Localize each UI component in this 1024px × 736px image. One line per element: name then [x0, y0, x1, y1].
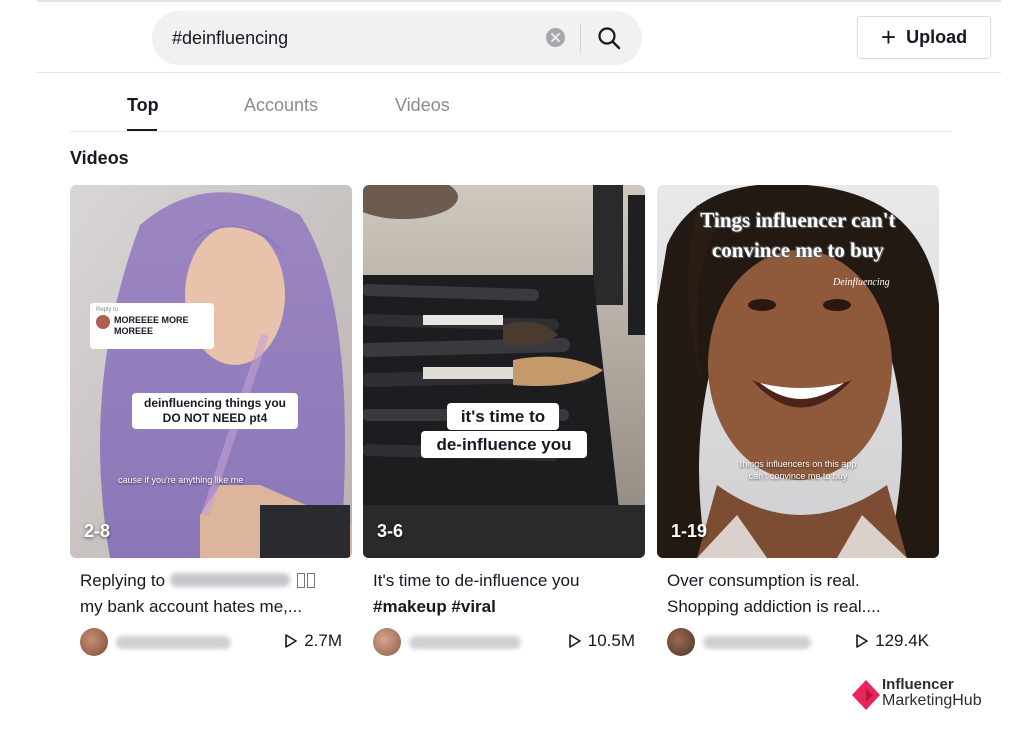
tab-top[interactable]: Top	[127, 95, 159, 116]
avatar	[96, 314, 110, 329]
video-overlay-tag: Deinfluencing	[833, 277, 890, 288]
tab-videos[interactable]: Videos	[395, 95, 450, 116]
video-thumbnail[interactable]: it's time to de-influence you 3-6	[363, 185, 645, 558]
blurred-username[interactable]	[409, 636, 521, 649]
search-button[interactable]	[592, 23, 626, 53]
view-count: 2.7M	[284, 631, 342, 651]
upload-label: Upload	[906, 27, 968, 47]
plus-icon: +	[880, 21, 897, 52]
search-input[interactable]	[172, 27, 542, 49]
section-title: Videos	[70, 148, 129, 168]
brand-logo-icon	[852, 680, 880, 710]
search-separator	[580, 24, 581, 52]
thumbnail-image	[363, 185, 645, 558]
search-bar[interactable]	[152, 11, 642, 65]
video-card[interactable]: Tings influencer can't convince me to bu…	[657, 185, 939, 658]
header-divider	[37, 72, 1001, 73]
video-meta: 10.5M	[363, 628, 645, 658]
blurred-username	[169, 573, 290, 587]
video-overlay-caption: deinfluencing things you DO NOT NEED pt4	[132, 393, 298, 429]
video-card[interactable]: it's time to de-influence you 3-6 It's t…	[363, 185, 645, 658]
thumbnail-image	[70, 185, 352, 558]
video-overlay-caption-line-1: it's time to	[447, 403, 559, 431]
video-description[interactable]: Over consumption is real. Shopping addic…	[657, 568, 939, 620]
video-overlay-title: Tings influencer can't convince me to bu…	[700, 208, 896, 262]
video-thumbnail[interactable]: Reply to MOREEEE MORE MOREEE deinfluenci…	[70, 185, 352, 558]
video-duration: 3-6	[377, 521, 404, 541]
play-icon	[285, 634, 298, 648]
clear-search-button[interactable]	[546, 28, 565, 47]
tab-accounts[interactable]: Accounts	[244, 95, 318, 116]
top-divider	[37, 0, 1001, 2]
search-icon	[598, 27, 621, 50]
search-tabs: Top Accounts Videos	[70, 90, 952, 132]
video-duration: 2-8	[84, 521, 111, 541]
video-thumbnail[interactable]: Tings influencer can't convince me to bu…	[657, 185, 939, 558]
view-count: 10.5M	[568, 631, 635, 651]
brand-name-line-2: MarketingHub	[882, 692, 982, 709]
video-card[interactable]: Reply to MOREEEE MORE MOREEE deinfluenci…	[70, 185, 352, 658]
video-description[interactable]: It's time to de-influence you #makeup #v…	[363, 568, 645, 620]
avatar[interactable]	[667, 628, 695, 656]
hashtags[interactable]: #makeup #viral	[373, 597, 496, 616]
close-icon	[551, 33, 560, 42]
avatar[interactable]	[80, 628, 108, 656]
reply-bubble: Reply to MOREEEE MORE MOREEE	[90, 303, 214, 349]
video-meta: 129.4K	[657, 628, 939, 658]
upload-button[interactable]: + Upload	[857, 16, 991, 59]
brand-watermark: Influencer MarketingHub	[852, 676, 992, 712]
active-tab-indicator	[127, 129, 157, 131]
video-description[interactable]: Replying to my bank account hates me,...	[70, 568, 352, 620]
play-icon	[856, 634, 868, 648]
play-icon	[568, 634, 581, 648]
blurred-username[interactable]	[703, 636, 811, 649]
blurred-username[interactable]	[116, 636, 231, 649]
video-duration: 1-19	[671, 521, 708, 541]
video-meta: 2.7M	[70, 628, 352, 658]
video-overlay-caption-line-2: de-influence you	[421, 431, 587, 459]
brand-name-line-1: Influencer	[882, 676, 954, 693]
video-overlay-subtext: cause if you're anything like me	[118, 475, 244, 485]
avatar[interactable]	[373, 628, 401, 656]
view-count: 129.4K	[855, 631, 929, 651]
video-overlay-subtext: things influencers on this app can't con…	[739, 459, 857, 481]
